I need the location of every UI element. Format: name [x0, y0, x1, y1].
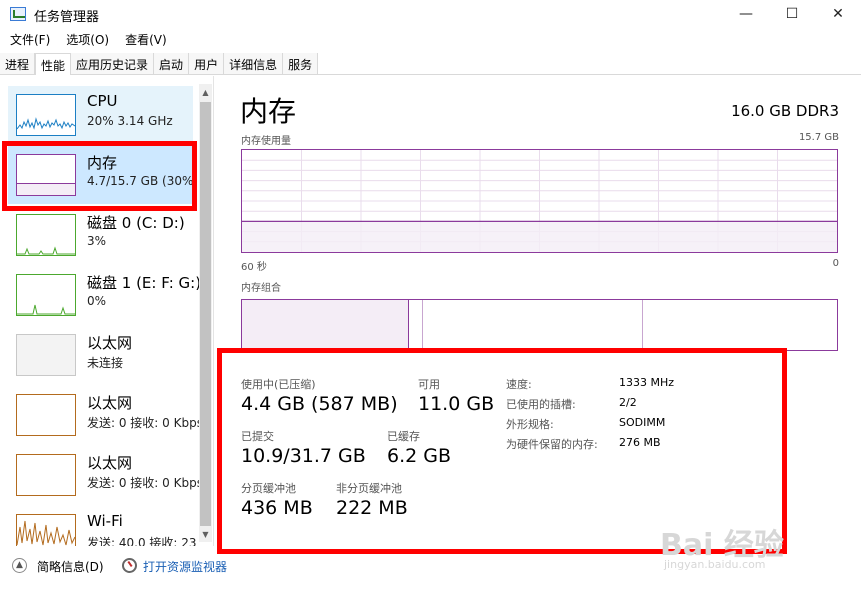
- sidebar-item-detail: 未连接: [87, 356, 124, 370]
- form-factor-label: 外形规格:: [506, 418, 554, 431]
- hardware-reserved-label: 为硬件保留的内存:: [506, 438, 598, 451]
- speed-label: 速度:: [506, 378, 532, 391]
- memory-detail-panel: 内存 16.0 GB DDR3 内存使用量 15.7 GB 60 秒 0 内存组…: [228, 76, 861, 546]
- tab-startup[interactable]: 启动: [154, 53, 190, 74]
- sidebar-item-name: Wi-Fi: [87, 512, 123, 530]
- sidebar-item-memory[interactable]: 内存 4.7/15.7 GB (30%): [8, 146, 198, 204]
- form-factor-value: SODIMM: [619, 416, 666, 429]
- minimize-button[interactable]: —: [723, 0, 769, 28]
- sidebar-item-ethernet-2[interactable]: 以太网 发送: 0 接收: 0 Kbps: [8, 386, 203, 444]
- sidebar-item-name: 以太网: [87, 454, 133, 472]
- nonpaged-pool-value: 222 MB: [336, 497, 408, 519]
- sidebar-item-ethernet-3[interactable]: 以太网 发送: 0 接收: 0 Kbps: [8, 446, 203, 504]
- memory-graph-icon: [16, 154, 76, 196]
- tab-processes[interactable]: 进程: [0, 53, 36, 74]
- scroll-up-arrow-icon[interactable]: ▲: [199, 86, 212, 100]
- sidebar-item-detail: 发送: 0 接收: 0 Kbps: [87, 416, 203, 430]
- cpu-graph-icon: [16, 94, 76, 136]
- available-label: 可用: [418, 378, 440, 391]
- cached-value: 6.2 GB: [387, 445, 452, 467]
- sidebar-item-disk-1[interactable]: 磁盘 1 (E: F: G:) 0%: [8, 266, 201, 324]
- sidebar-item-name: 磁盘 0 (C: D:): [87, 214, 185, 232]
- task-manager-app-icon: [10, 7, 26, 21]
- sidebar-item-detail: 0%: [87, 294, 107, 308]
- composition-divider: [642, 300, 643, 350]
- composition-divider: [422, 300, 423, 350]
- menu-options[interactable]: 选项(O): [56, 28, 115, 50]
- memory-usage-plot: [242, 150, 837, 252]
- menu-bar: 文件(F) 选项(O) 查看(V): [0, 28, 173, 50]
- hardware-reserved-value: 276 MB: [619, 436, 661, 449]
- tab-details[interactable]: 详细信息: [224, 53, 284, 74]
- wifi-graph-icon: [16, 514, 76, 546]
- ethernet-graph-icon: [16, 454, 76, 496]
- title-bar: 任务管理器 — ☐ ✕: [0, 0, 861, 28]
- scroll-down-arrow-icon[interactable]: ▼: [199, 528, 212, 542]
- tab-services[interactable]: 服务: [283, 53, 319, 74]
- tab-performance[interactable]: 性能: [35, 53, 72, 75]
- resource-monitor-icon: [122, 558, 137, 573]
- sidebar-item-detail: 20% 3.14 GHz: [87, 114, 173, 128]
- resource-sidebar: CPU 20% 3.14 GHz 内存 4.7/15.7 GB (30%) 磁盘…: [0, 76, 214, 546]
- nonpaged-pool-label: 非分页缓冲池: [336, 482, 402, 495]
- baidu-watermark: Bai 经验 jingyan.baidu.com: [660, 520, 855, 576]
- menu-view[interactable]: 查看(V): [115, 28, 173, 50]
- menu-file[interactable]: 文件(F): [0, 28, 56, 50]
- available-value: 11.0 GB: [418, 393, 495, 415]
- slots-value: 2/2: [619, 396, 637, 409]
- watermark-url: jingyan.baidu.com: [664, 558, 766, 571]
- window-title: 任务管理器: [34, 10, 100, 25]
- memory-spec: 16.0 GB DDR3: [731, 102, 839, 120]
- graph-time-end: 0: [832, 258, 839, 269]
- memory-composition-bar: [241, 299, 838, 351]
- ethernet-graph-icon: [16, 334, 76, 376]
- usage-graph-max: 15.7 GB: [798, 132, 839, 143]
- sidebar-scrollbar-thumb[interactable]: [200, 102, 211, 526]
- graph-time-start: 60 秒: [241, 262, 267, 273]
- page-title: 内存: [240, 95, 297, 128]
- sidebar-item-detail: 4.7/15.7 GB (30%): [87, 174, 199, 188]
- task-manager-window: 任务管理器 — ☐ ✕ 文件(F) 选项(O) 查看(V) 进程 性能 应用历史…: [0, 0, 861, 592]
- paged-pool-value: 436 MB: [241, 497, 313, 519]
- composition-label: 内存组合: [241, 283, 281, 294]
- committed-label: 已提交: [241, 430, 274, 443]
- sidebar-item-cpu[interactable]: CPU 20% 3.14 GHz: [8, 86, 193, 144]
- sidebar-item-name: CPU: [87, 92, 118, 110]
- sidebar-item-name: 以太网: [87, 334, 133, 352]
- paged-pool-label: 分页缓冲池: [241, 482, 296, 495]
- disk-graph-icon: [16, 214, 76, 256]
- cached-label: 已缓存: [387, 430, 420, 443]
- sidebar-item-name: 磁盘 1 (E: F: G:): [87, 274, 202, 292]
- sidebar-item-name: 以太网: [87, 394, 133, 412]
- usage-area: [242, 221, 837, 252]
- sidebar-item-name: 内存: [87, 154, 118, 172]
- composition-in-use-segment: [242, 300, 409, 350]
- chevron-up-icon[interactable]: ▲: [12, 558, 27, 573]
- memory-usage-graph: [241, 149, 838, 253]
- slots-label: 已使用的插槽:: [506, 398, 576, 411]
- in-use-label: 使用中(已压缩): [241, 378, 316, 391]
- sidebar-item-detail: 3%: [87, 234, 107, 248]
- sidebar-item-detail: 发送: 0 接收: 0 Kbps: [87, 476, 203, 490]
- close-button[interactable]: ✕: [815, 0, 861, 28]
- fewer-details-link[interactable]: 简略信息(D): [37, 558, 104, 575]
- sidebar-item-ethernet-1[interactable]: 以太网 未连接: [8, 326, 193, 384]
- maximize-button[interactable]: ☐: [769, 0, 815, 28]
- usage-graph-label: 内存使用量: [241, 136, 291, 147]
- committed-value: 10.9/31.7 GB: [241, 445, 366, 467]
- open-resource-monitor-link[interactable]: 打开资源监视器: [143, 558, 227, 575]
- disk-graph-icon: [16, 274, 76, 316]
- tab-users[interactable]: 用户: [189, 53, 225, 74]
- sidebar-item-detail: 发送: 40.0 接收: 23: [87, 536, 197, 546]
- in-use-value: 4.4 GB (587 MB): [241, 393, 398, 415]
- speed-value: 1333 MHz: [619, 376, 675, 389]
- tab-app-history[interactable]: 应用历史记录: [71, 53, 155, 74]
- ethernet-graph-icon: [16, 394, 76, 436]
- sidebar-item-wifi[interactable]: Wi-Fi 发送: 40.0 接收: 23: [8, 506, 197, 546]
- tab-bar: 进程 性能 应用历史记录 启动 用户 详细信息 服务: [0, 53, 861, 75]
- sidebar-item-disk-0[interactable]: 磁盘 0 (C: D:) 3%: [8, 206, 193, 264]
